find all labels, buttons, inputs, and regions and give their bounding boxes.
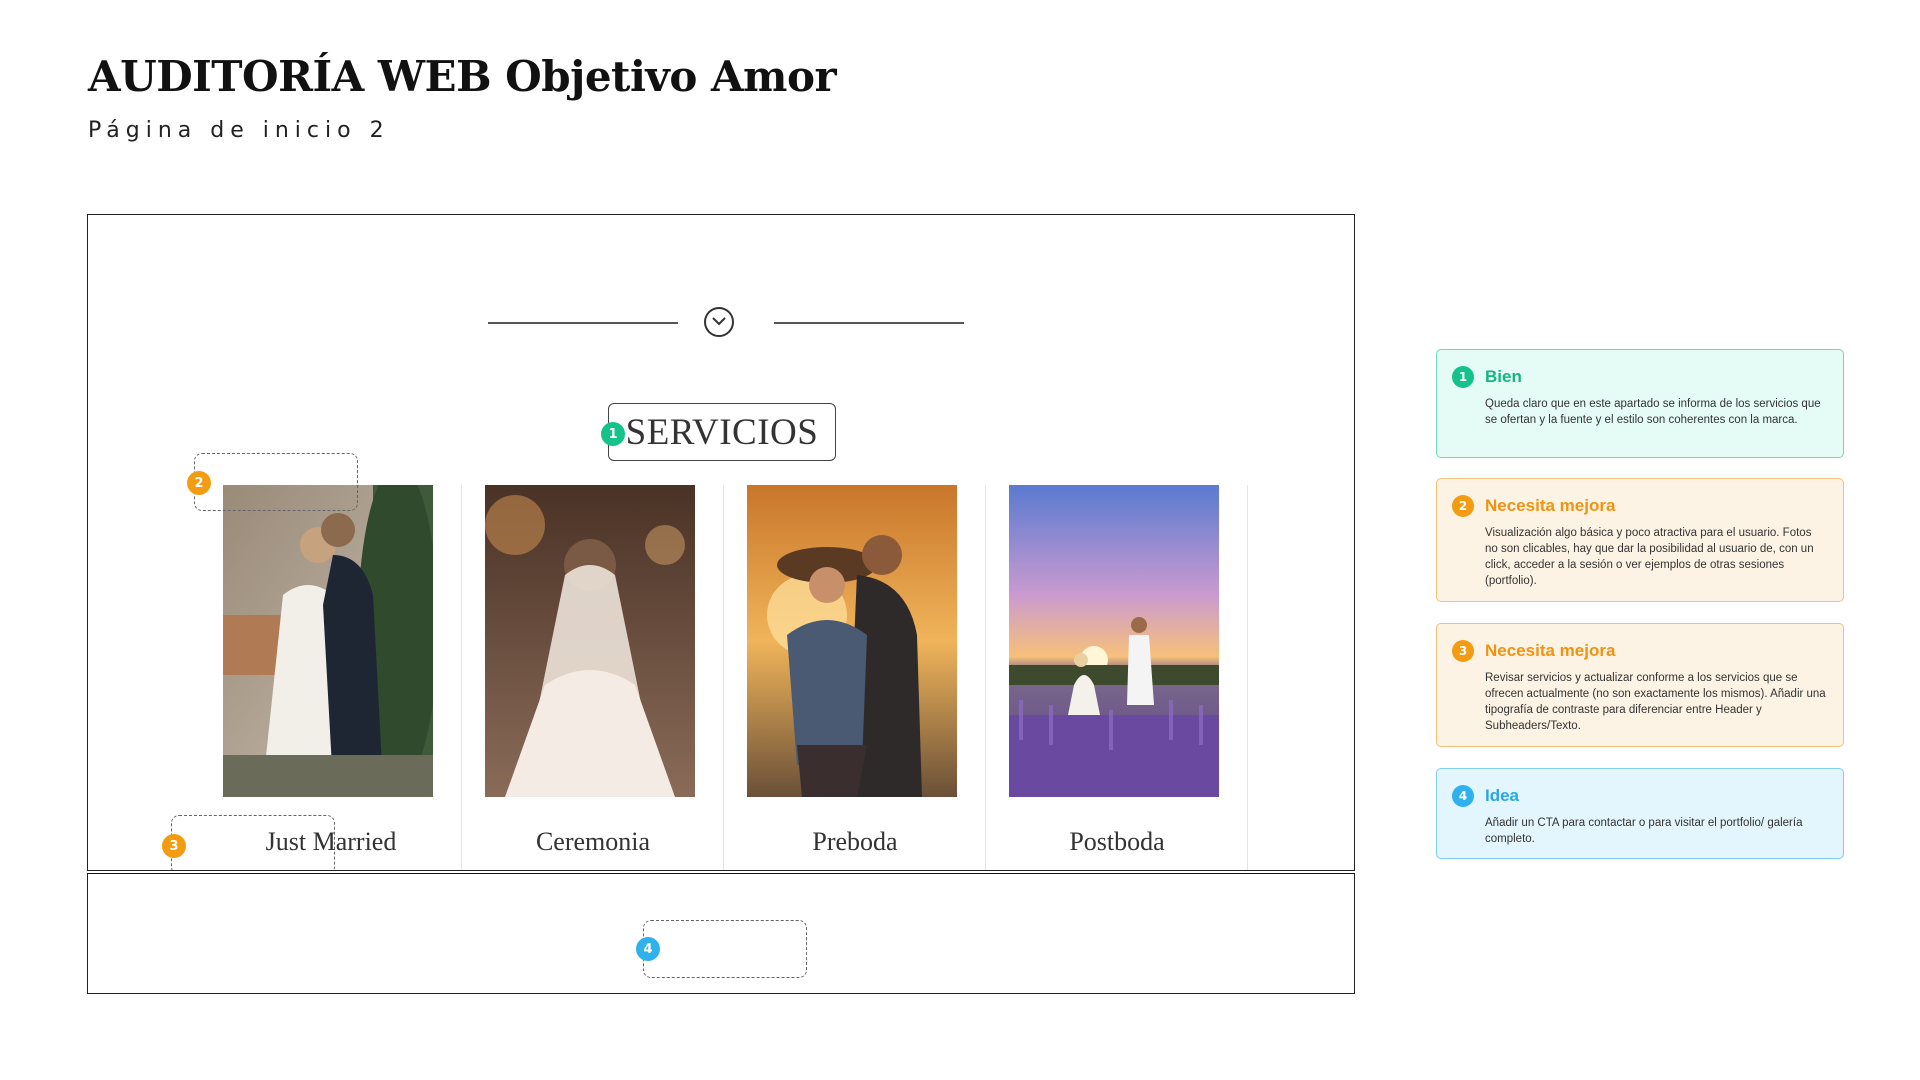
note-badge: 4: [1452, 785, 1474, 807]
annotation-area-3: [171, 815, 335, 870]
divider-line-left: [488, 322, 678, 324]
note-3: 3 Necesita mejora Revisar servicios y ac…: [1436, 623, 1844, 747]
card-separator: [1247, 485, 1248, 870]
couple-lavender-field-photo[interactable]: [1009, 485, 1219, 797]
divider-line-right: [774, 322, 964, 324]
chevron-down-icon[interactable]: [704, 307, 734, 337]
note-status: Necesita mejora: [1485, 496, 1616, 515]
note-text: Revisar servicios y actualizar conforme …: [1485, 672, 1826, 732]
note-1: 1 Bien Queda claro que en este apartado …: [1436, 349, 1844, 458]
services-heading: SERVICIOS: [608, 403, 836, 461]
note-text: Visualización algo básica y poco atracti…: [1485, 527, 1814, 587]
service-label: Ceremonia: [535, 827, 651, 856]
note-text: Queda claro que en este apartado se info…: [1485, 398, 1821, 426]
note-4: 4 Idea Añadir un CTA para contactar o pa…: [1436, 768, 1844, 859]
annotation-area-2: [194, 453, 358, 511]
couple-sunset-hug-photo[interactable]: [747, 485, 957, 797]
note-text: Añadir un CTA para contactar o para visi…: [1485, 817, 1803, 845]
marker-4: 4: [636, 937, 660, 961]
marker-3: 3: [162, 834, 186, 858]
note-badge: 3: [1452, 640, 1474, 662]
service-label: Postboda: [1069, 827, 1165, 856]
cta-mockup-frame: 4: [87, 873, 1355, 994]
page-title: AUDITORÍA WEB Objetivo Amor: [88, 52, 837, 101]
service-card-postboda[interactable]: Postboda: [986, 485, 1248, 870]
website-mockup-frame: SERVICIOS 1 Just Married Ceremonia Prebo…: [87, 214, 1355, 871]
note-2: 2 Necesita mejora Visualización algo bás…: [1436, 478, 1844, 602]
note-status: Idea: [1485, 786, 1520, 805]
bride-veil-photo[interactable]: [485, 485, 695, 797]
note-status: Bien: [1485, 367, 1522, 386]
annotation-area-4: [643, 920, 807, 978]
service-label: Preboda: [812, 827, 898, 856]
service-card-ceremonia[interactable]: Ceremonia: [462, 485, 724, 870]
note-badge: 2: [1452, 495, 1474, 517]
marker-1: 1: [601, 422, 625, 446]
marker-2: 2: [187, 471, 211, 495]
service-card-just-married[interactable]: Just Married: [200, 485, 462, 870]
couple-kissing-photo[interactable]: [223, 485, 433, 797]
note-badge: 1: [1452, 366, 1474, 388]
service-card-preboda[interactable]: Preboda: [724, 485, 986, 870]
note-status: Necesita mejora: [1485, 641, 1616, 660]
page-subtitle: Página de inicio 2: [88, 118, 390, 143]
